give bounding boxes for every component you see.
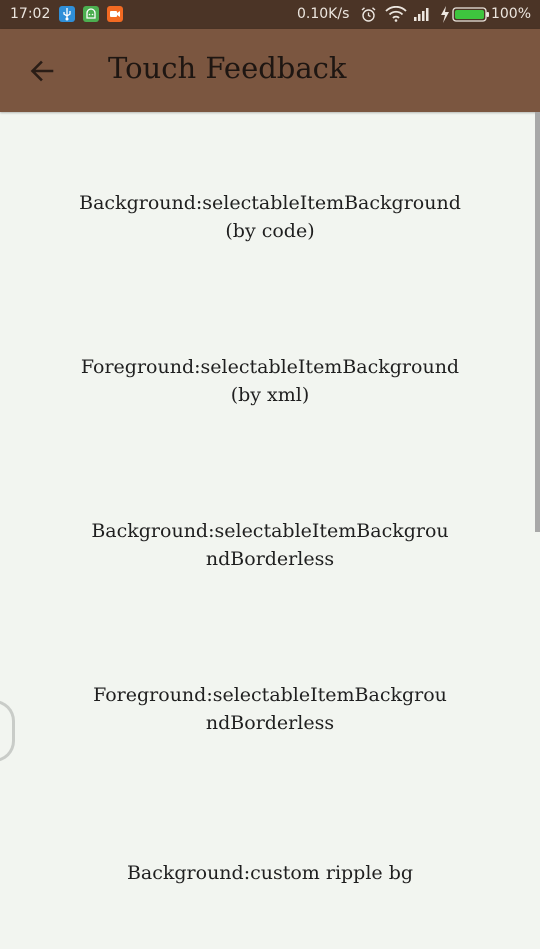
scrollbar[interactable] [535,112,540,532]
item-background-borderless[interactable]: Background:selectableItemBackgrou ndBord… [0,517,540,573]
battery-percent: 100% [490,6,531,22]
battery-icon [452,7,490,22]
camera-icon [107,6,123,22]
status-bar: 17:02 0.10K/s 100% [0,0,540,29]
item-label-line1: Foreground:selectableItemBackground [80,356,460,378]
network-speed: 0.10K/s [297,6,350,22]
item-label-line2: ndBorderless [205,712,335,734]
status-time: 17:02 [10,6,51,22]
item-label-line2: ndBorderless [205,548,335,570]
item-label-line1: Background:custom ripple bg [126,862,414,884]
item-foreground-selectable[interactable]: Foreground:selectableItemBackground (by … [0,353,540,409]
wifi-icon [385,6,407,22]
item-background-selectable[interactable]: Background:selectableItemBackground (by … [0,189,540,245]
page-title: Touch Feedback [108,51,347,85]
item-custom-ripple[interactable]: Background:custom ripple bg [0,859,540,887]
item-foreground-borderless[interactable]: Foreground:selectableItemBackgrou ndBord… [0,681,540,737]
item-label-line1: Background:selectableItemBackground [79,192,461,214]
item-label-line2: (by code) [225,220,315,242]
charging-icon [440,6,450,23]
signal-icon [413,6,433,22]
arrow-left-icon [30,60,54,82]
usb-icon [59,6,75,22]
back-button[interactable] [22,51,62,91]
item-label-line1: Background:selectableItemBackgrou [91,520,449,542]
android-icon [83,6,99,22]
item-label-line1: Foreground:selectableItemBackgrou [93,684,447,706]
toolbar: Touch Feedback [0,29,540,112]
item-label-line2: (by xml) [230,384,310,406]
feedback-list: Background:selectableItemBackground (by … [0,112,540,949]
alarm-icon [360,6,377,23]
